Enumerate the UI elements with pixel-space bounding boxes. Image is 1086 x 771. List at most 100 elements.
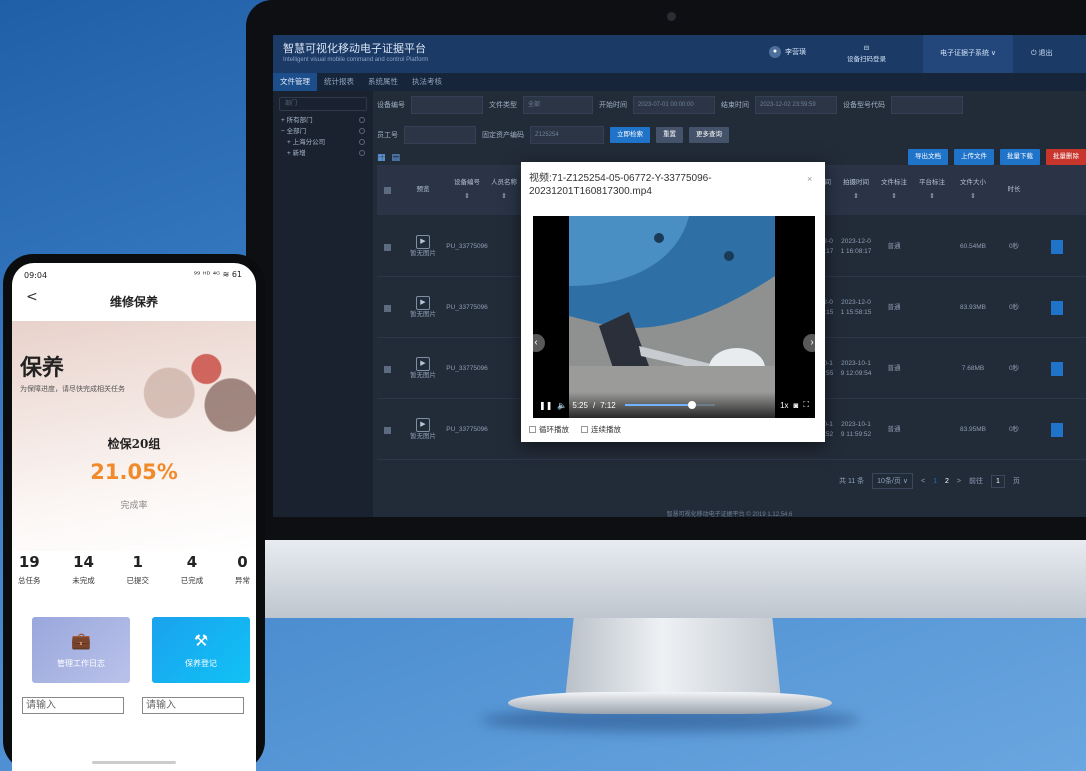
page-input[interactable]: 1: [990, 474, 1005, 488]
prev-page-button[interactable]: <: [921, 478, 925, 485]
phone: 09:04 ⁹⁹ ᴴᴰ ⁴ᴳ ≋ 61 < 维修保养 保养 为保障进度，请尽快完…: [3, 254, 265, 771]
col-duration[interactable]: 时长: [999, 165, 1029, 215]
tab-system[interactable]: 系统属性: [361, 73, 405, 91]
seek-handle[interactable]: [688, 401, 697, 409]
stat-submitted[interactable]: 1 已提交: [127, 553, 150, 586]
work-log-card[interactable]: 💼 管理工作日志: [32, 617, 130, 683]
speed-button[interactable]: 1x: [780, 401, 788, 410]
input-field-left[interactable]: 请输入: [22, 697, 124, 714]
stat-label: 已完成: [180, 576, 204, 585]
tree-item[interactable]: + 所有部门: [273, 115, 373, 126]
mark-cell: 普通: [887, 365, 901, 372]
radio-icon[interactable]: [359, 117, 365, 123]
row-checkbox[interactable]: [383, 426, 391, 434]
screenshot-icon[interactable]: ◙: [794, 401, 799, 410]
grid-view-icon[interactable]: ▦: [377, 152, 386, 163]
pause-icon[interactable]: ❚❚: [539, 401, 552, 410]
close-icon[interactable]: ×: [807, 174, 812, 184]
home-indicator[interactable]: [92, 761, 176, 764]
stat-abnormal[interactable]: 0 异常: [235, 553, 250, 586]
reset-button[interactable]: 重置: [656, 127, 683, 143]
col-preview: 预览: [416, 186, 430, 193]
banner-title: 保养: [20, 355, 65, 381]
list-view-icon[interactable]: ▤: [392, 152, 401, 163]
upload-button[interactable]: 上传文件: [954, 149, 994, 165]
loop-checkbox[interactable]: [529, 426, 536, 433]
play-icon[interactable]: ▶: [416, 418, 430, 432]
col-shoot-time-2[interactable]: 拍摄时间 ⇕: [839, 165, 873, 215]
radio-icon[interactable]: [359, 139, 365, 145]
col-platform-mark[interactable]: 平台标注 ⇕: [915, 165, 949, 215]
device-cell: PU_33775096: [446, 365, 488, 372]
row-checkbox[interactable]: [383, 365, 391, 373]
continuous-checkbox[interactable]: [581, 426, 588, 433]
radio-icon[interactable]: [359, 150, 365, 156]
tab-file-management[interactable]: 文件管理: [273, 73, 317, 91]
goto-label: 前往: [968, 478, 983, 485]
radio-icon[interactable]: [359, 128, 365, 134]
row-checkbox[interactable]: [383, 243, 391, 251]
staff-input[interactable]: [404, 126, 476, 144]
batch-delete-button[interactable]: 批量删除: [1046, 149, 1086, 165]
loop-option[interactable]: 循环播放: [529, 424, 569, 435]
search-button[interactable]: 立即检索: [610, 127, 650, 143]
tab-assessment[interactable]: 执法考核: [405, 73, 449, 91]
more-query-button[interactable]: 更多查询: [689, 127, 729, 143]
seek-bar[interactable]: [624, 401, 715, 409]
briefcase-icon: 💼: [71, 631, 91, 650]
row-action-button[interactable]: [1051, 240, 1063, 254]
file-type-select[interactable]: 全部: [523, 96, 593, 114]
asset-input[interactable]: Z125254: [530, 126, 604, 144]
continuous-label: 连续播放: [591, 425, 621, 434]
device-login-button[interactable]: ⊟ 设备扫码登录: [847, 43, 886, 65]
volume-icon[interactable]: 🔈: [557, 401, 567, 410]
col-file-mark[interactable]: 文件标注 ⇕: [877, 165, 911, 215]
stat-completed[interactable]: 4 已完成: [181, 553, 204, 586]
start-time-input[interactable]: 2023-07-01 00:00:00: [633, 96, 715, 114]
row-checkbox[interactable]: [383, 304, 391, 312]
input-field-right[interactable]: 请输入: [142, 697, 244, 714]
video-player[interactable]: ‹ › ❚❚ 🔈 5:25 / 7:12 1x ◙ ⛶: [533, 216, 815, 418]
stat-unfinished[interactable]: 14 未完成: [72, 553, 95, 586]
select-all-checkbox[interactable]: [379, 165, 395, 215]
page-2-button[interactable]: 2: [945, 478, 949, 485]
mark-cell: 普通: [887, 304, 901, 311]
device-no-input[interactable]: [411, 96, 483, 114]
user-menu[interactable]: ● 李营璜: [769, 46, 806, 58]
play-icon[interactable]: ▶: [416, 357, 430, 371]
dept-search-input[interactable]: 部门: [279, 97, 367, 111]
time-cell: 2023-12-0 1 16:08:17: [840, 238, 872, 255]
col-person[interactable]: 人员名称 ⇕: [487, 165, 521, 215]
col-file-size[interactable]: 文件大小 ⇕: [953, 165, 993, 215]
duration-cell: 0秒: [1008, 426, 1020, 433]
next-page-button[interactable]: >: [957, 478, 961, 485]
device-code-input[interactable]: [891, 96, 963, 114]
play-icon[interactable]: ▶: [416, 296, 430, 310]
sidebar: 部门 + 所有部门 − 全部门 + 上海分公司 + 新增: [273, 91, 373, 517]
row-action-button[interactable]: [1051, 423, 1063, 437]
next-video-button[interactable]: ›: [803, 334, 815, 352]
row-action-button[interactable]: [1051, 362, 1063, 376]
tree-item[interactable]: − 全部门: [273, 126, 373, 137]
end-time-input[interactable]: 2023-12-02 23:59:59: [755, 96, 837, 114]
prev-video-button[interactable]: ‹: [533, 334, 545, 352]
play-icon[interactable]: ▶: [416, 235, 430, 249]
export-button[interactable]: 导出文档: [908, 149, 948, 165]
tab-statistics[interactable]: 统计报表: [317, 73, 361, 91]
completion-percent: 21.05%: [90, 460, 178, 484]
fullscreen-icon[interactable]: ⛶: [803, 400, 809, 410]
logout-button[interactable]: ⏻ 退出: [1031, 48, 1053, 58]
stat-value: 1: [132, 553, 143, 571]
stat-total[interactable]: 19 总任务: [18, 553, 41, 586]
continuous-option[interactable]: 连续播放: [581, 424, 621, 435]
tree-item[interactable]: + 上海分公司: [273, 137, 373, 148]
batch-download-button[interactable]: 批量下载: [1000, 149, 1040, 165]
status-time: 09:04: [24, 271, 48, 280]
row-action-button[interactable]: [1051, 301, 1063, 315]
tree-item[interactable]: + 新增: [273, 148, 373, 159]
subsystem-dropdown[interactable]: 电子证据子系统 ∨: [923, 35, 1013, 73]
col-device[interactable]: 设备编号 ⇕: [447, 165, 487, 215]
page-1-button[interactable]: 1: [933, 478, 937, 485]
maintenance-register-card[interactable]: ⚒ 保养登记: [152, 617, 250, 683]
page-size-select[interactable]: 10条/页 ∨: [872, 473, 913, 489]
